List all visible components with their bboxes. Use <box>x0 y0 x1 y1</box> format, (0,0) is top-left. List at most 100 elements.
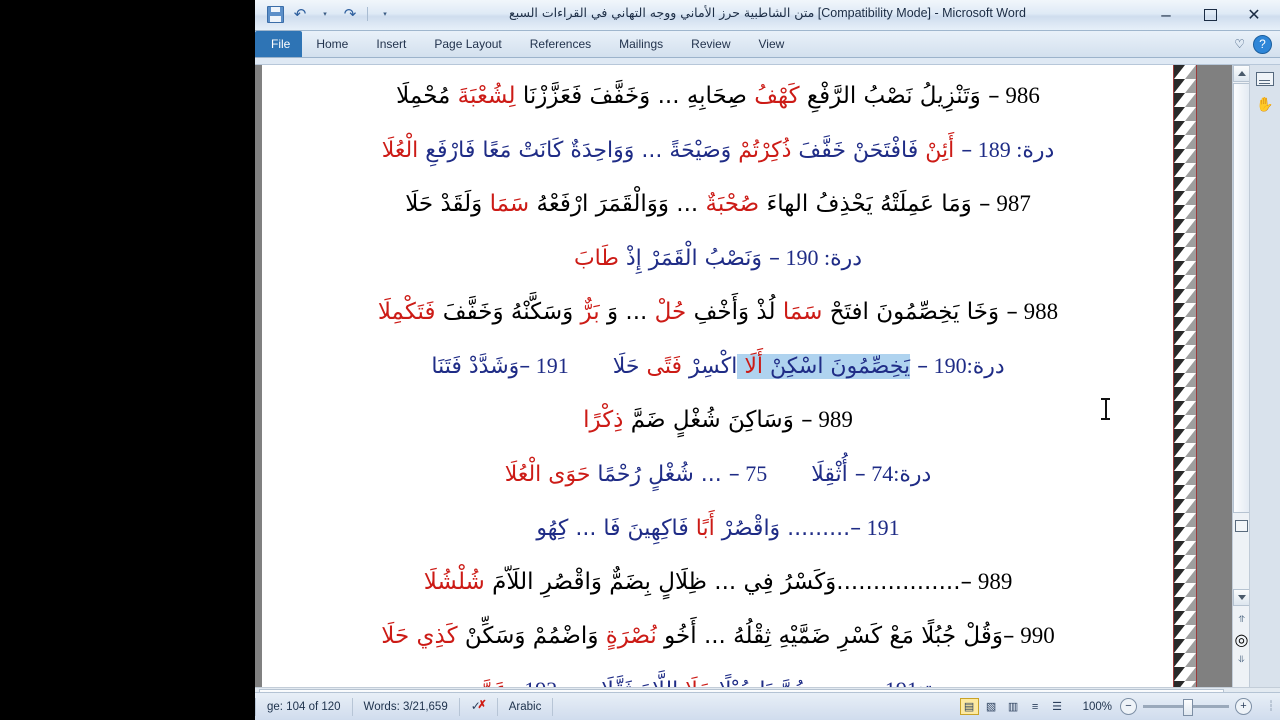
text-run: بَرٌّ <box>573 299 600 325</box>
text-run: طَابَ <box>573 245 619 271</box>
minimize-button[interactable]: – <box>1144 2 1188 28</box>
text-run: فَاكِهِينَ فَا ... كِهُو <box>536 515 689 541</box>
document-page[interactable]: 986 – وَتَنْزِيلُ نَصْبُ الرَّفْعِ كَهْف… <box>262 65 1197 705</box>
language-indicator[interactable]: Arabic <box>498 697 554 716</box>
text-run: درة:74 <box>865 460 932 486</box>
proofing-status-button[interactable]: ✓ ✗ <box>460 697 498 716</box>
resize-grip-icon[interactable]: ┆ <box>1268 701 1280 713</box>
border-triangle <box>1174 79 1196 93</box>
border-triangle <box>1174 471 1196 485</box>
border-triangle <box>1174 275 1196 289</box>
tab-home[interactable]: Home <box>302 31 362 57</box>
border-triangle <box>1174 583 1196 597</box>
border-triangle <box>1174 345 1196 359</box>
document-line[interactable]: درة: 190 – وَنَصْبُ الْقَمَرْ إِذْ طَابَ <box>278 231 1158 285</box>
ribbon-tabs: File Home Insert Page Layout References … <box>255 31 798 57</box>
scroll-up-button[interactable] <box>1233 65 1250 82</box>
zoom-in-button[interactable]: + <box>1235 698 1252 715</box>
tab-page-layout[interactable]: Page Layout <box>420 31 515 57</box>
scroll-down-button[interactable] <box>1233 589 1250 606</box>
tab-file[interactable]: File <box>255 31 303 57</box>
hand-tool-button[interactable]: ✋ <box>1253 93 1277 115</box>
document-line[interactable]: درة:190 – يَخِصِّمُونَ اسْكِنْ أَلَا اكْ… <box>278 339 1158 393</box>
line-content: 990 –وَقُلْ جُبُلًا مَعْ كَسْرِ ضَمَّيْه… <box>381 624 1054 648</box>
word-count[interactable]: Words: 3/21,659 <box>353 697 460 716</box>
window-title-arabic: متن الشاطبية حرز الأماني ووجه التهاني في… <box>509 5 815 20</box>
web-layout-view-button[interactable]: ▥ <box>1004 698 1023 715</box>
border-triangle <box>1174 667 1196 681</box>
zoom-handle[interactable] <box>1183 699 1193 716</box>
zoom-out-button[interactable]: − <box>1120 698 1137 715</box>
text-run: 191 <box>861 514 900 540</box>
view-ruler-button[interactable] <box>1253 68 1277 90</box>
text-run: لُذْ وَأَخْفِ <box>686 299 776 325</box>
full-screen-reading-view-button[interactable]: ▧ <box>982 698 1001 715</box>
document-text-body[interactable]: 986 – وَتَنْزِيلُ نَصْبُ الرَّفْعِ كَهْف… <box>262 65 1174 705</box>
tab-insert[interactable]: Insert <box>362 31 420 57</box>
text-run: 990 <box>1014 623 1055 648</box>
border-triangle <box>1174 163 1196 177</box>
text-run: حَلَا <box>612 353 640 379</box>
document-line[interactable]: 987 – وَمَا عَمِلَتْهُ يَحْذِفُ الهاءَ ص… <box>278 177 1158 231</box>
text-run: صُحْبَةٌ <box>698 191 760 217</box>
tab-mailings[interactable]: Mailings <box>605 31 677 57</box>
border-triangle <box>1174 205 1196 219</box>
browse-by-page-button[interactable]: ◎ <box>1233 631 1250 649</box>
text-run: وَسَكَّنْهُ وَخَفَّفَ <box>435 299 574 325</box>
heart-icon[interactable]: ♡ <box>1234 37 1245 51</box>
tab-review[interactable]: Review <box>677 31 744 57</box>
browse-object-icon <box>1235 519 1248 532</box>
border-triangle <box>1174 415 1196 429</box>
text-run: كَذِي حَلَا <box>381 623 458 649</box>
document-line[interactable]: 989 –.................وَكَسْرُ فِي ... ظ… <box>278 555 1158 609</box>
text-run: 191 <box>530 352 569 378</box>
document-line[interactable]: 989 – وَسَاكِنَ شُغْلٍ ضَمَّ ذِكْرًا <box>278 393 1158 447</box>
zoom-slider[interactable]: − + <box>1120 698 1264 716</box>
border-triangle <box>1174 149 1196 163</box>
previous-page-button[interactable]: ⥣ <box>1233 611 1250 628</box>
text-run <box>767 462 811 487</box>
border-triangle <box>1174 177 1196 191</box>
outline-view-button[interactable]: ≡ <box>1026 698 1045 715</box>
document-line[interactable]: درة: 189 – أَئِنْ فَافْتَحَنْ خَفَّفَ ذُ… <box>278 123 1158 177</box>
print-layout-view-button[interactable]: ▤ <box>959 698 979 715</box>
ribbon-tab-strip: File Home Insert Page Layout References … <box>255 31 1280 58</box>
zoom-track[interactable] <box>1143 699 1229 716</box>
maximize-button[interactable] <box>1188 2 1232 28</box>
text-run: سَمَا <box>775 299 823 325</box>
tab-references[interactable]: References <box>516 31 605 57</box>
text-run: وَصَيْحَةً ... وَوَاحِدَةٌ كَانَتْ مَعًا… <box>418 137 732 163</box>
border-triangle <box>1174 261 1196 275</box>
text-run: – <box>847 461 866 487</box>
border-triangle <box>1174 457 1196 471</box>
next-page-button[interactable]: ⥥ <box>1233 651 1250 668</box>
document-line[interactable]: 988 – وَخَا يَخِصِّمُونَ افتَحْ سَمَا لُ… <box>278 285 1158 339</box>
error-mark-icon: ✗ <box>477 699 487 711</box>
document-line[interactable]: 986 – وَتَنْزِيلُ نَصْبُ الرَّفْعِ كَهْف… <box>278 69 1158 123</box>
chevron-down-icon <box>1237 595 1246 600</box>
page-indicator[interactable]: ge: 104 of 120 <box>255 697 353 716</box>
close-button[interactable]: ✕ <box>1232 2 1276 28</box>
text-run: درة: 189 <box>972 136 1055 162</box>
text-run <box>569 354 613 379</box>
vertical-scroll-thumb[interactable] <box>1233 83 1250 513</box>
draft-view-button[interactable]: ☰ <box>1048 698 1067 715</box>
document-line[interactable]: 191 –......... وَاقْصُرْ أَبًا فَاكِهِين… <box>278 501 1158 555</box>
border-triangle <box>1174 373 1196 387</box>
spell-check-icon: ✓ ✗ <box>470 699 487 713</box>
document-line[interactable]: 990 –وَقُلْ جُبُلًا مَعْ كَسْرِ ضَمَّيْه… <box>278 609 1158 663</box>
vertical-scrollbar[interactable]: ⥣ ◎ ⥥ <box>1232 65 1250 705</box>
text-run: 989 <box>812 407 853 432</box>
border-triangle <box>1174 429 1196 443</box>
select-browse-object-button[interactable] <box>1233 517 1250 534</box>
line-content: 191 –......... وَاقْصُرْ أَبًا فَاكِهِين… <box>536 514 900 541</box>
border-triangle <box>1174 443 1196 457</box>
tab-view[interactable]: View <box>745 31 799 57</box>
text-run: الْعُلَا <box>381 137 419 163</box>
line-content: 989 – وَسَاكِنَ شُغْلٍ ضَمَّ ذِكْرًا <box>583 408 853 432</box>
zoom-level[interactable]: 100% <box>1075 701 1120 713</box>
document-line[interactable]: درة:74 – أُثْقِلَا 75 – ... شُغْلٍ رُحْم… <box>278 447 1158 501</box>
text-run: شُلْشُلَا <box>423 569 485 595</box>
help-icon[interactable]: ? <box>1253 34 1272 54</box>
border-triangle <box>1174 485 1196 499</box>
